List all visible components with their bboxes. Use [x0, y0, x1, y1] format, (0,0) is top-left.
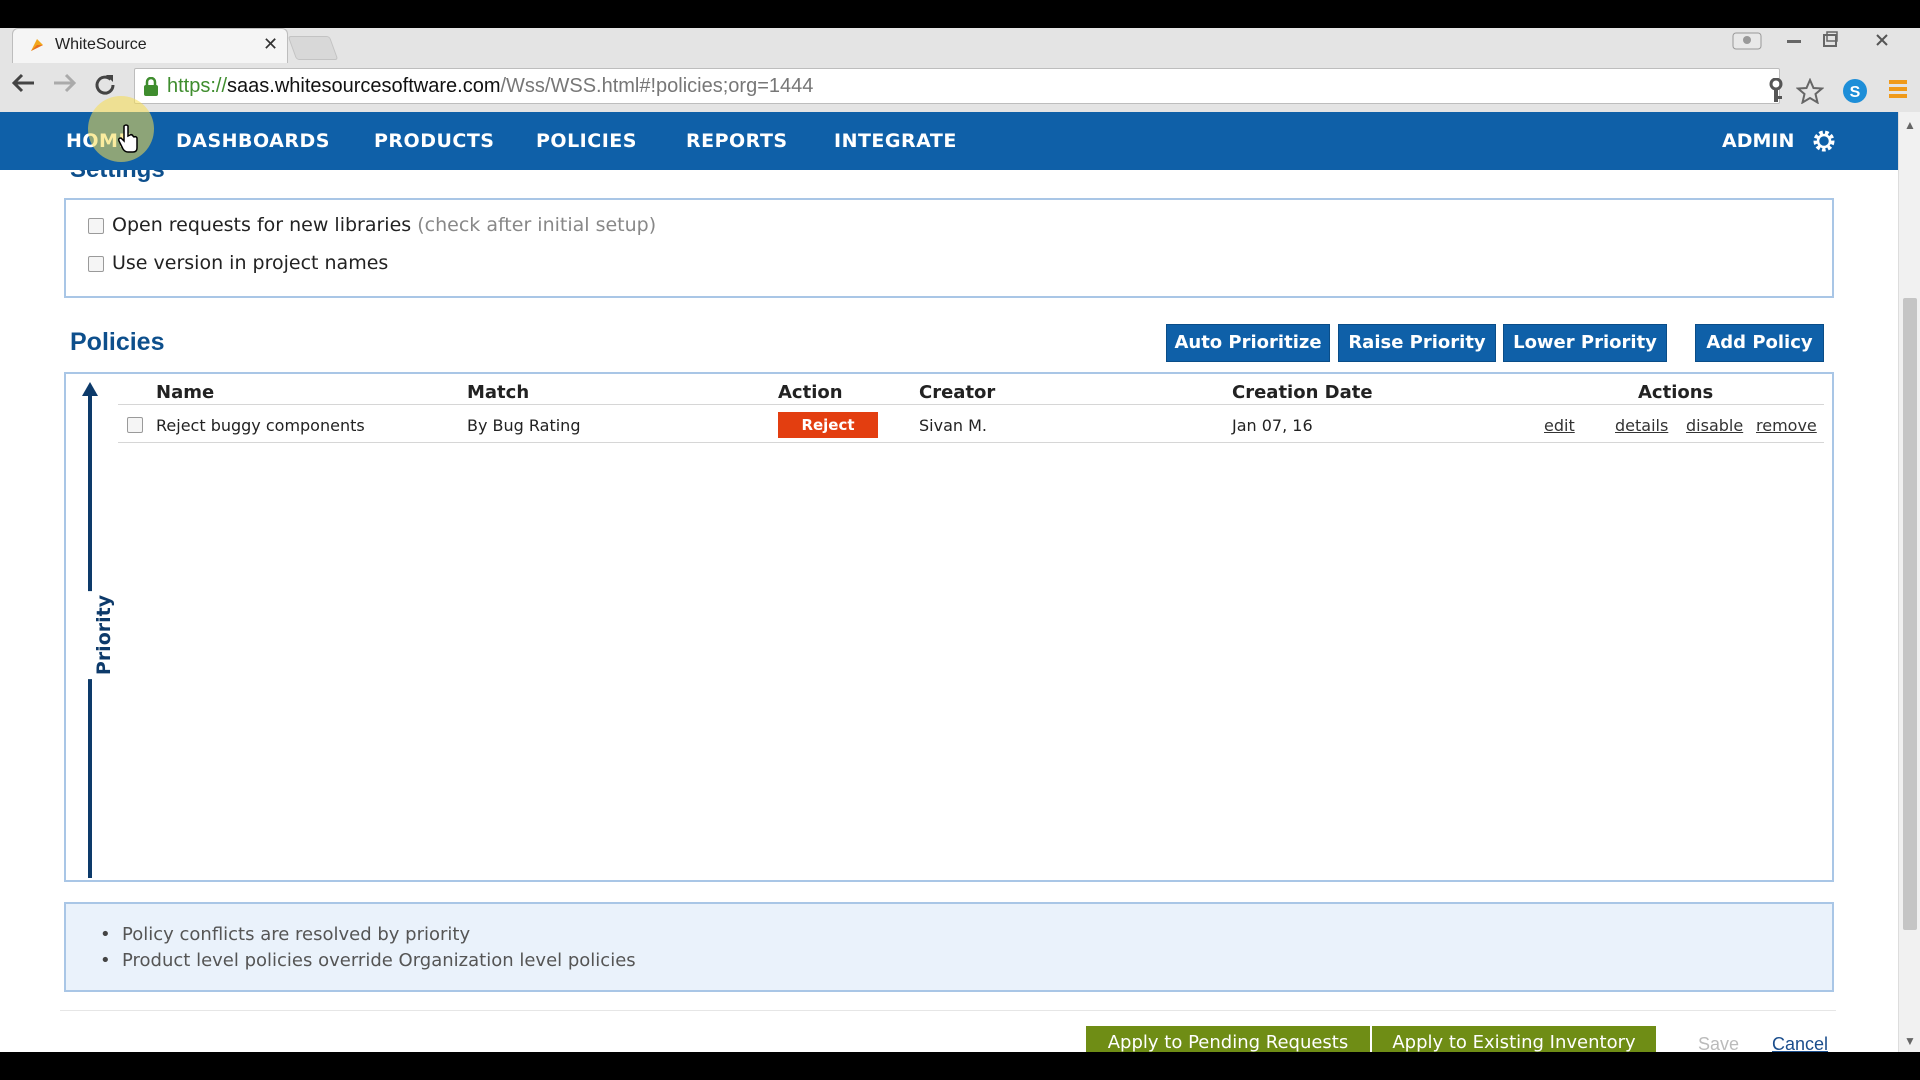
scrollbar-thumb[interactable] — [1903, 298, 1917, 930]
nav-integrate[interactable]: INTEGRATE — [834, 130, 957, 152]
disable-link[interactable]: disable — [1686, 416, 1743, 435]
nav-policies[interactable]: POLICIES — [536, 130, 637, 152]
browser-chrome: WhiteSource ✕ https://saas.whitesourceso… — [0, 28, 1920, 112]
screen-top-border — [0, 0, 1920, 28]
page-scrollbar[interactable]: ▲ ▼ — [1898, 112, 1920, 1056]
close-window-icon[interactable] — [1870, 30, 1894, 52]
row-divider — [118, 442, 1824, 443]
url-text: https://saas.whitesourcesoftware.com/Wss… — [167, 75, 813, 98]
policy-name: Reject buggy components — [156, 416, 365, 435]
row-checkbox[interactable] — [127, 417, 143, 433]
url-host: saas.whitesourcesoftware.com — [227, 75, 501, 97]
save-button[interactable]: Save — [1698, 1034, 1739, 1052]
forward-arrow-icon[interactable] — [52, 72, 78, 101]
new-tab-button[interactable] — [287, 36, 339, 60]
edit-link[interactable]: edit — [1544, 416, 1575, 435]
back-arrow-icon[interactable] — [10, 72, 36, 101]
minimize-icon[interactable] — [1782, 30, 1806, 52]
policy-match: By Bug Rating — [467, 416, 581, 435]
raise-priority-button[interactable]: Raise Priority — [1338, 324, 1496, 362]
column-action: Action — [778, 382, 843, 403]
details-link[interactable]: details — [1615, 416, 1668, 435]
scroll-down-icon[interactable]: ▼ — [1904, 1034, 1916, 1048]
url-path: /Wss/WSS.html#!policies;org=1444 — [500, 75, 814, 97]
policy-creation-date: Jan 07, 16 — [1232, 416, 1313, 435]
browser-tab[interactable]: WhiteSource ✕ — [12, 28, 288, 63]
open-requests-label: Open requests for new libraries (check a… — [112, 214, 656, 236]
url-scheme: https:// — [167, 75, 228, 97]
policy-action-badge: Reject — [778, 412, 878, 438]
auto-prioritize-button[interactable]: Auto Prioritize — [1166, 324, 1330, 362]
cancel-link[interactable]: Cancel — [1772, 1034, 1828, 1052]
svg-text:S: S — [1850, 84, 1861, 101]
info-item: Policy conflicts are resolved by priorit… — [100, 924, 470, 945]
tab-close-icon[interactable]: ✕ — [263, 34, 278, 55]
add-policy-button[interactable]: Add Policy — [1695, 324, 1824, 362]
use-version-checkbox[interactable] — [88, 256, 104, 272]
column-actions: Actions — [1638, 382, 1714, 403]
use-version-label: Use version in project names — [112, 252, 389, 274]
tab-title: WhiteSource — [55, 36, 147, 53]
column-name: Name — [156, 382, 215, 403]
column-match: Match — [467, 382, 530, 403]
bookmark-star-icon[interactable] — [1796, 78, 1824, 104]
column-creator: Creator — [919, 382, 996, 403]
lower-priority-button[interactable]: Lower Priority — [1503, 324, 1667, 362]
hand-cursor-icon — [118, 124, 138, 153]
info-item: Product level policies override Organiza… — [100, 950, 636, 971]
policies-table-box — [64, 372, 1834, 882]
profile-icon[interactable] — [1730, 30, 1764, 52]
menu-icon[interactable] — [1888, 78, 1908, 100]
gear-icon[interactable] — [1812, 129, 1836, 153]
column-creation-date: Creation Date — [1232, 382, 1373, 403]
settings-box: Open requests for new libraries (check a… — [64, 198, 1834, 298]
nav-admin[interactable]: ADMIN — [1722, 130, 1794, 152]
settings-heading: Settings — [70, 170, 165, 184]
open-requests-checkbox[interactable] — [88, 218, 104, 234]
restore-icon[interactable] — [1818, 30, 1842, 52]
remove-link[interactable]: remove — [1756, 416, 1817, 435]
priority-label: Priority — [87, 590, 122, 680]
whitesource-favicon-icon — [31, 39, 43, 51]
apply-existing-button[interactable]: Apply to Existing Inventory — [1372, 1026, 1656, 1052]
policy-creator: Sivan M. — [919, 416, 987, 435]
table-header-divider — [118, 404, 1824, 405]
nav-reports[interactable]: REPORTS — [686, 130, 788, 152]
skype-extension-icon[interactable]: S — [1842, 78, 1868, 104]
address-bar[interactable]: https://saas.whitesourcesoftware.com/Wss… — [134, 68, 1780, 104]
apply-pending-button[interactable]: Apply to Pending Requests — [1086, 1026, 1370, 1052]
page-content: Settings Open requests for new libraries… — [0, 170, 1898, 1052]
nav-products[interactable]: PRODUCTS — [374, 130, 495, 152]
key-icon[interactable] — [1766, 78, 1786, 104]
priority-up-arrow-icon — [82, 382, 98, 396]
open-requests-hint: (check after initial setup) — [417, 214, 657, 236]
scroll-up-icon[interactable]: ▲ — [1904, 118, 1916, 132]
main-nav: HOME DASHBOARDS PRODUCTS POLICIES REPORT… — [0, 112, 1898, 170]
policies-heading: Policies — [70, 328, 165, 356]
footer-divider — [60, 1010, 1836, 1011]
info-box: Policy conflicts are resolved by priorit… — [64, 902, 1834, 992]
nav-dashboards[interactable]: DASHBOARDS — [176, 130, 330, 152]
screen-bottom-border — [0, 1052, 1920, 1080]
lock-icon — [144, 77, 158, 96]
open-requests-text: Open requests for new libraries — [112, 214, 412, 236]
